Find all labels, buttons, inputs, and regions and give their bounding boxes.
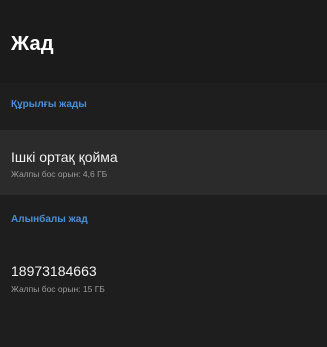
- list-item-subtitle: Жалпы бос орын: 4,6 ГБ: [11, 169, 108, 179]
- storage-screen: Жад Құрылғы жады Ішкі ортақ қойма Жалпы …: [0, 0, 327, 347]
- list-item-title: 18973184663: [11, 263, 97, 279]
- list-item-subtitle: Жалпы бос орын: 15 ГБ: [11, 284, 105, 294]
- section-header-device-storage: Құрылғы жады: [11, 99, 87, 110]
- list-item-internal-shared-storage[interactable]: Ішкі ортақ қойма Жалпы бос орын: 4,6 ГБ: [0, 130, 327, 195]
- title-bar: Жад: [0, 0, 327, 83]
- section-header-removable-storage: Алынбалы жад: [11, 214, 88, 225]
- list-item-title: Ішкі ортақ қойма: [11, 149, 118, 165]
- page-title: Жад: [11, 33, 54, 55]
- list-item-removable-storage[interactable]: 18973184663 Жалпы бос орын: 15 ГБ: [0, 246, 327, 311]
